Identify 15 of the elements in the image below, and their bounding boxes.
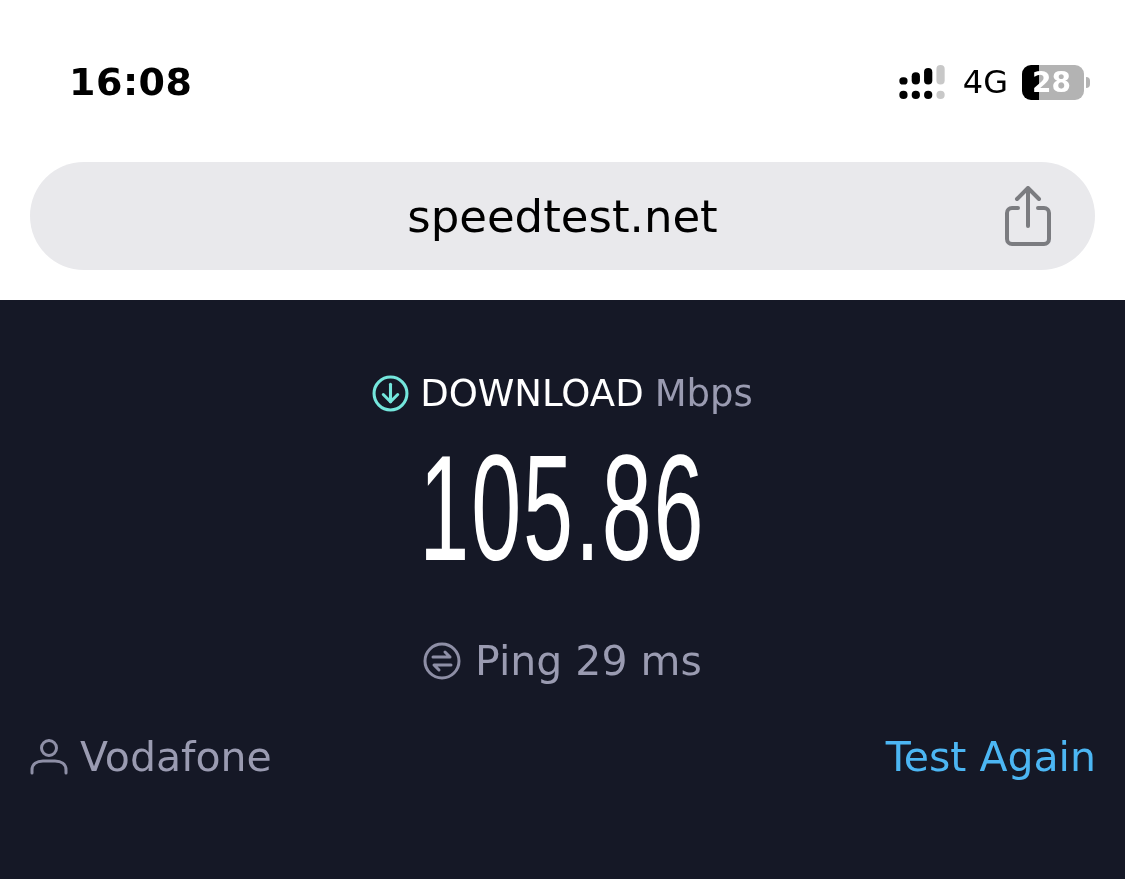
- address-bar[interactable]: speedtest.net: [30, 162, 1095, 270]
- status-time: 16:08: [69, 60, 193, 104]
- share-button[interactable]: [1005, 186, 1051, 246]
- download-label: DOWNLOAD: [420, 371, 644, 415]
- signal-icon: [898, 65, 945, 99]
- share-icon: [1005, 186, 1051, 246]
- download-icon: [372, 374, 410, 412]
- network-type: 4G: [962, 63, 1008, 101]
- person-icon: [30, 739, 68, 775]
- ping-text: Ping 29 ms: [475, 637, 702, 685]
- ping-icon: [423, 642, 462, 680]
- test-again-link[interactable]: Test Again: [885, 733, 1096, 781]
- provider-name: Vodafone: [80, 733, 272, 781]
- unit-label: Mbps: [654, 371, 753, 415]
- download-speed-value: 105.86: [419, 433, 706, 583]
